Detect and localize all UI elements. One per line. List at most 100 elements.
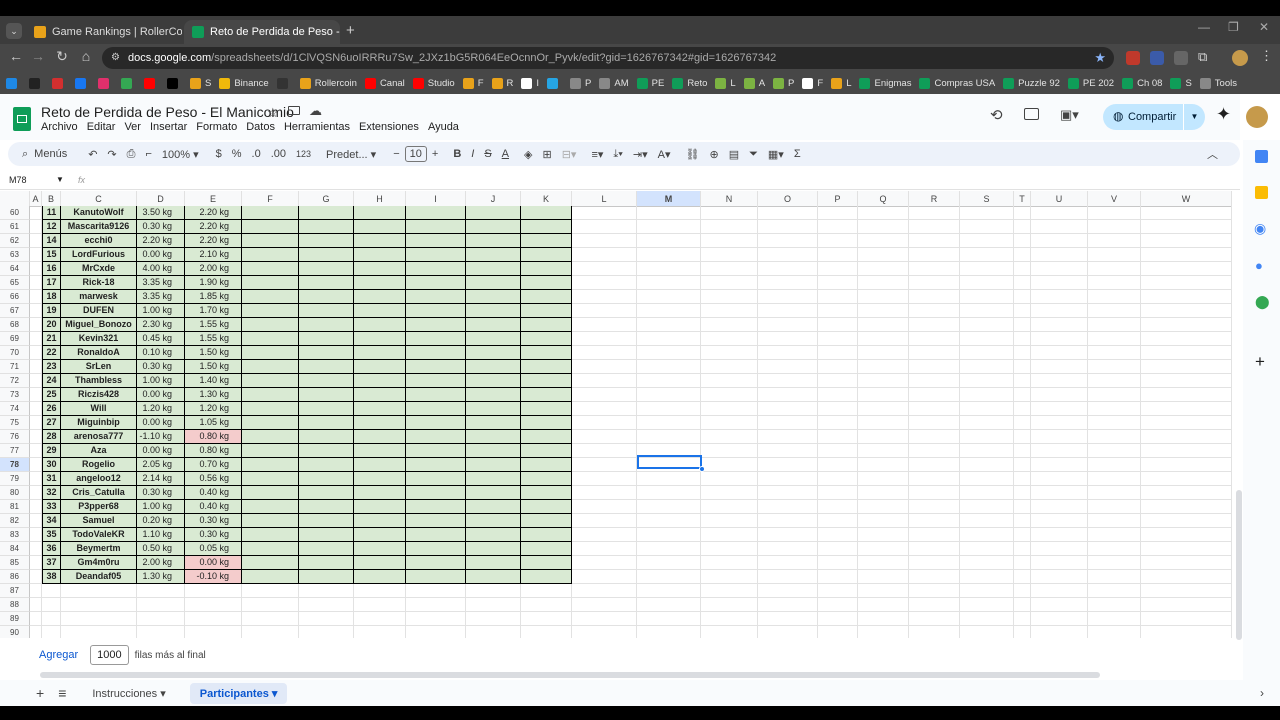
weight-e-cell[interactable]: 0.40 kg — [185, 500, 242, 514]
insert-chart-icon[interactable]: ▤ — [729, 148, 739, 161]
empty-cell[interactable] — [1014, 402, 1031, 416]
empty-cell[interactable] — [701, 318, 758, 332]
cell-f[interactable] — [242, 374, 299, 388]
empty-cell[interactable] — [1031, 318, 1088, 332]
empty-cell[interactable] — [758, 290, 818, 304]
weight-d-cell[interactable]: 0.10 kg — [137, 346, 185, 360]
empty-cell[interactable] — [1141, 402, 1232, 416]
column-header-d[interactable]: D — [137, 191, 185, 207]
merge-cells-icon[interactable]: ⊟▾ — [562, 148, 577, 161]
empty-cell[interactable] — [758, 388, 818, 402]
cell-f[interactable] — [242, 416, 299, 430]
cell-k[interactable] — [521, 500, 572, 514]
empty-cell[interactable] — [637, 220, 701, 234]
empty-cell[interactable] — [818, 444, 858, 458]
empty-cell[interactable] — [572, 458, 637, 472]
empty-cell[interactable] — [909, 276, 960, 290]
browser-menu-icon[interactable]: ⋮ — [1260, 48, 1273, 64]
empty-cell[interactable] — [572, 220, 637, 234]
empty-cell[interactable] — [572, 276, 637, 290]
empty-cell[interactable] — [572, 528, 637, 542]
empty-cell[interactable] — [1014, 304, 1031, 318]
weight-d-cell[interactable]: 0.30 kg — [137, 486, 185, 500]
cell-i[interactable] — [406, 416, 466, 430]
empty-cell[interactable] — [1031, 598, 1088, 612]
weight-d-cell[interactable]: 2.20 kg — [137, 234, 185, 248]
empty-cell[interactable] — [30, 332, 42, 346]
cell-h[interactable] — [354, 514, 406, 528]
empty-cell[interactable] — [858, 220, 909, 234]
cell-f[interactable] — [242, 318, 299, 332]
cell-i[interactable] — [406, 374, 466, 388]
participant-name-cell[interactable]: Mascarita9126 — [61, 220, 137, 234]
empty-cell[interactable] — [1141, 458, 1232, 472]
empty-cell[interactable] — [1031, 626, 1088, 638]
rank-cell[interactable]: 21 — [42, 332, 61, 346]
empty-cell[interactable] — [1088, 206, 1141, 220]
cell-f[interactable] — [242, 556, 299, 570]
cell-k[interactable] — [521, 514, 572, 528]
participant-name-cell[interactable]: Rogelio — [61, 458, 137, 472]
empty-cell[interactable] — [818, 206, 858, 220]
empty-cell[interactable] — [701, 276, 758, 290]
empty-cell[interactable] — [30, 416, 42, 430]
empty-cell[interactable] — [909, 304, 960, 318]
rank-cell[interactable]: 36 — [42, 542, 61, 556]
empty-cell[interactable] — [1088, 360, 1141, 374]
menu-archivo[interactable]: Archivo — [41, 121, 78, 133]
cell-g[interactable] — [299, 332, 354, 346]
cell-j[interactable] — [466, 332, 521, 346]
weight-d-cell[interactable]: 1.00 kg — [137, 500, 185, 514]
empty-cell[interactable] — [701, 542, 758, 556]
empty-cell[interactable] — [1031, 248, 1088, 262]
empty-cell[interactable] — [1088, 234, 1141, 248]
empty-cell[interactable] — [1088, 458, 1141, 472]
participant-name-cell[interactable]: LordFurious — [61, 248, 137, 262]
weight-d-cell[interactable]: 0.50 kg — [137, 542, 185, 556]
cell-k[interactable] — [521, 248, 572, 262]
weight-e-cell[interactable]: 0.30 kg — [185, 514, 242, 528]
empty-cell[interactable] — [30, 570, 42, 584]
weight-e-cell[interactable]: 1.90 kg — [185, 276, 242, 290]
participant-name-cell[interactable]: Thambless — [61, 374, 137, 388]
cell-f[interactable] — [242, 570, 299, 584]
empty-cell[interactable] — [1088, 430, 1141, 444]
empty-cell[interactable] — [1141, 290, 1232, 304]
weight-d-cell[interactable]: 2.00 kg — [137, 556, 185, 570]
empty-cell[interactable] — [758, 444, 818, 458]
all-sheets-icon[interactable]: ≡ — [58, 685, 66, 701]
back-icon[interactable]: ← — [6, 48, 26, 64]
empty-cell[interactable] — [818, 290, 858, 304]
empty-cell[interactable] — [30, 528, 42, 542]
empty-cell[interactable] — [758, 346, 818, 360]
empty-cell[interactable] — [960, 514, 1014, 528]
empty-cell[interactable] — [1014, 346, 1031, 360]
empty-cell[interactable] — [1031, 206, 1088, 220]
empty-cell[interactable] — [1014, 360, 1031, 374]
rank-cell[interactable]: 11 — [42, 206, 61, 220]
cell-h[interactable] — [354, 332, 406, 346]
row-header[interactable]: 63 — [0, 248, 30, 262]
empty-cell[interactable] — [909, 528, 960, 542]
empty-cell[interactable] — [42, 584, 61, 598]
empty-cell[interactable] — [701, 332, 758, 346]
column-header-m[interactable]: M — [637, 191, 701, 207]
cell-h[interactable] — [354, 290, 406, 304]
empty-cell[interactable] — [1141, 528, 1232, 542]
empty-cell[interactable] — [960, 444, 1014, 458]
bookmark-item[interactable]: Enigmas — [859, 77, 911, 89]
empty-cell[interactable] — [858, 626, 909, 638]
cell-g[interactable] — [299, 528, 354, 542]
empty-cell[interactable] — [818, 472, 858, 486]
weight-d-cell[interactable]: 2.30 kg — [137, 318, 185, 332]
empty-cell[interactable] — [818, 626, 858, 638]
empty-cell[interactable] — [1031, 584, 1088, 598]
empty-cell[interactable] — [572, 346, 637, 360]
cell-f[interactable] — [242, 388, 299, 402]
empty-cell[interactable] — [572, 542, 637, 556]
paint-format-icon[interactable]: ⌐ — [145, 148, 151, 160]
participant-name-cell[interactable]: ecchi0 — [61, 234, 137, 248]
empty-cell[interactable] — [701, 570, 758, 584]
cell-h[interactable] — [354, 528, 406, 542]
cell-f[interactable] — [242, 458, 299, 472]
